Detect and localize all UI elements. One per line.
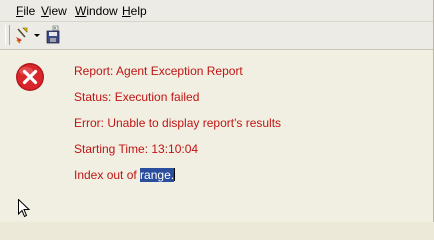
report-window: File View Window Help Report: Agent Exce…: [0, 0, 434, 222]
starting-time-text: Starting Time: 13:10:04: [74, 142, 199, 156]
report-name-text: Report: Agent Exception Report: [74, 64, 243, 78]
exception-detail-text[interactable]: Index out of range.: [74, 168, 176, 182]
menu-window[interactable]: Window: [75, 4, 118, 18]
error-text: Error: Unable to display report's result…: [74, 116, 282, 130]
error-icon: [15, 62, 45, 92]
menu-file[interactable]: File: [16, 4, 35, 18]
menu-view[interactable]: View: [41, 4, 67, 18]
toolbar: [0, 22, 434, 50]
status-text: Status: Execution failed: [74, 90, 200, 104]
menu-bar: File View Window Help: [0, 0, 434, 22]
menu-help[interactable]: Help: [122, 4, 147, 18]
text-selection: range.: [140, 168, 175, 182]
run-report-icon[interactable]: [14, 25, 30, 45]
toolbar-grip[interactable]: [5, 25, 10, 45]
dropdown-arrow-icon[interactable]: [33, 25, 41, 45]
save-report-icon[interactable]: [44, 25, 62, 45]
exception-prefix: Index out of: [74, 168, 141, 182]
mouse-pointer-icon: [18, 198, 31, 218]
text-cursor: [174, 168, 176, 181]
selected-word: range: [140, 168, 171, 182]
